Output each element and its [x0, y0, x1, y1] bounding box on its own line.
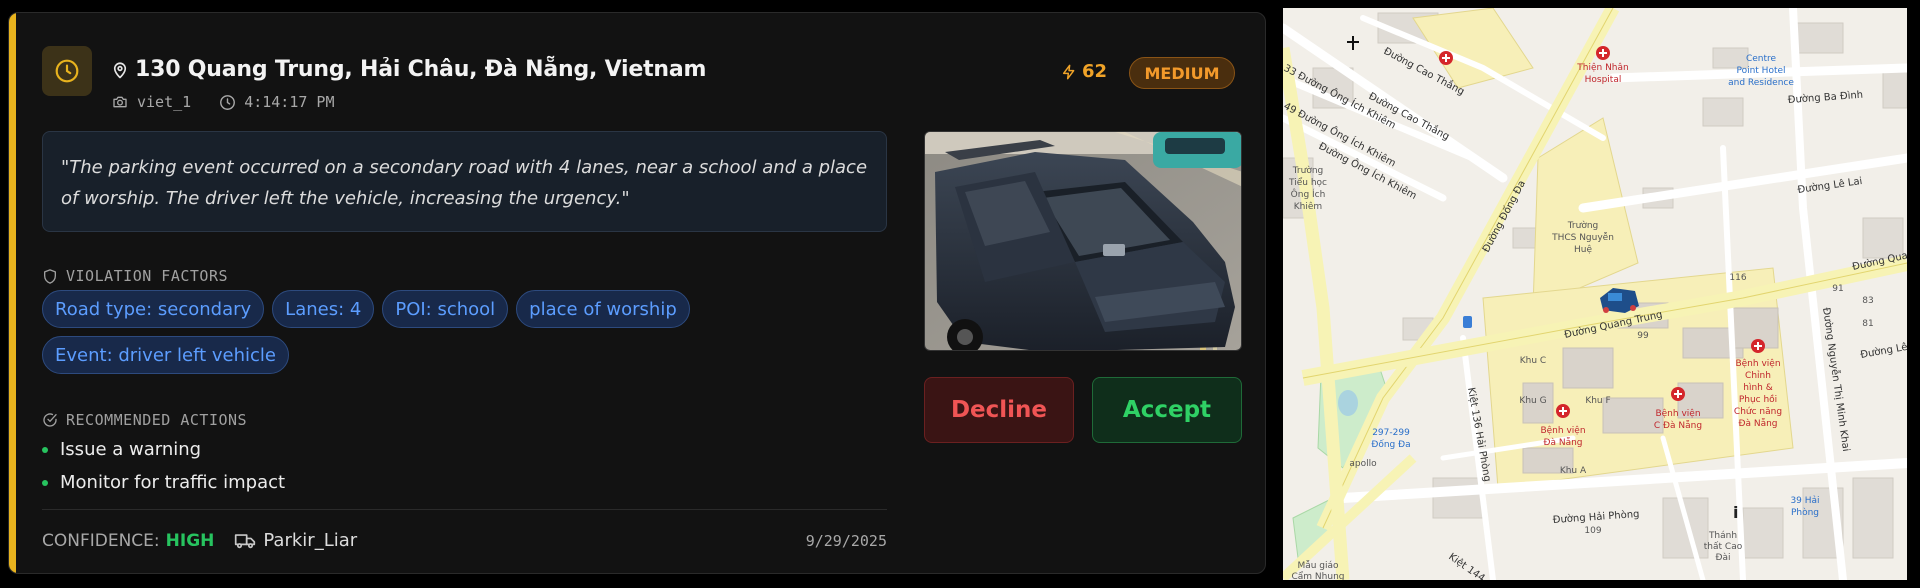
map-label: 99 — [1637, 331, 1649, 341]
event-time: 4:14:17 PM — [244, 93, 335, 111]
clock-icon-box — [42, 46, 92, 96]
score-value: 62 — [1082, 61, 1108, 82]
severity-badge: MEDIUM — [1129, 57, 1235, 89]
map-label: Chỉnh — [1745, 370, 1771, 381]
map-label: Thiện Nhân — [1576, 62, 1628, 73]
event-description: "The parking event occurred on a seconda… — [42, 131, 887, 232]
action-text: Issue a warning — [60, 439, 202, 460]
svg-text:i: i — [1733, 503, 1738, 522]
map-label: Trường — [1292, 165, 1324, 176]
map-label: Phục hồi — [1739, 394, 1777, 405]
map-label: Khu A — [1560, 466, 1587, 476]
decline-button[interactable]: Decline — [924, 377, 1074, 443]
severity-accent-bar — [9, 13, 16, 573]
map-label: Đống Đa — [1371, 439, 1410, 450]
violation-card: 130 Quang Trung, Hải Châu, Đà Nẵng, Viet… — [8, 12, 1266, 574]
map-label: thất Cao — [1704, 541, 1743, 552]
map-label: Đường Lê — [1859, 341, 1907, 361]
map-label: Phòng — [1791, 507, 1819, 518]
card-footer: CONFIDENCE: HIGH Parkir_Liar 9/29/2025 — [42, 530, 887, 551]
map-label: Khu C — [1520, 356, 1546, 366]
map-label: THCS Nguyễn — [1551, 232, 1614, 243]
map-label: hình & — [1743, 383, 1773, 393]
map-label: Kiệt 136 Hải Phòng — [1465, 386, 1493, 482]
violation-factors-title: VIOLATION FACTORS — [66, 267, 229, 285]
camera-id: viet_1 — [137, 93, 192, 111]
map-label: Bệnh viện — [1540, 425, 1585, 436]
map-label: Mẫu giáo — [1297, 560, 1339, 571]
divider — [42, 509, 887, 510]
map-label: 297-299 — [1372, 428, 1410, 438]
map-label: Bệnh viện — [1655, 408, 1700, 419]
factor-chip: Road type: secondary — [42, 290, 265, 328]
event-date: 9/29/2025 — [805, 531, 887, 550]
map-label: Chức năng — [1734, 407, 1782, 417]
clock-icon — [55, 59, 79, 83]
map-label: 39 Hải — [1790, 495, 1819, 506]
urgency-score: 62 — [1061, 61, 1107, 82]
event-address: 130 Quang Trung, Hải Châu, Đà Nẵng, Viet… — [135, 57, 707, 82]
map-label: Thánh — [1708, 531, 1737, 541]
map-label: Đà Nẵng — [1738, 418, 1777, 429]
map-label: 81 — [1862, 319, 1873, 329]
bullet-icon — [42, 446, 48, 453]
check-circle-icon — [43, 413, 57, 427]
map-canvas: i Đường Cao Thắng Đường Cao Thắng 33 Đườ… — [1283, 8, 1907, 580]
vehicle-photo-image — [925, 132, 1241, 350]
map-label: Khiêm — [1294, 201, 1322, 212]
map-label: 116 — [1729, 273, 1746, 283]
map-label: 109 — [1584, 526, 1601, 536]
vehicle-photo[interactable] — [924, 131, 1242, 351]
map-label: Trường — [1567, 220, 1599, 231]
meta-row: viet_1 4:14:17 PM — [111, 93, 335, 111]
map-label: Đà Nẵng — [1543, 437, 1582, 448]
map-label: 91 — [1832, 284, 1843, 294]
map-label: Point Hotel — [1736, 66, 1785, 76]
confidence-value: HIGH — [165, 530, 215, 551]
lightning-icon — [1062, 64, 1075, 79]
factor-chip: POI: school — [382, 290, 509, 328]
map-label: Bệnh viện — [1735, 358, 1780, 369]
map-label: and Residence — [1728, 78, 1794, 88]
recommended-actions-heading: RECOMMENDED ACTIONS — [42, 411, 247, 429]
map-label: Cẩm Nhung — [1292, 571, 1345, 580]
map-label: Đài — [1716, 553, 1731, 563]
map-label: 83 — [1862, 296, 1873, 306]
recommended-actions-title: RECOMMENDED ACTIONS — [66, 411, 248, 429]
shield-icon — [44, 268, 56, 284]
violation-factors-heading: VIOLATION FACTORS — [42, 267, 228, 285]
map-label: Hospital — [1585, 75, 1622, 85]
map-label: Khu G — [1519, 396, 1546, 406]
map-label: Kiệt 144 — [1446, 551, 1487, 580]
location-map[interactable]: i Đường Cao Thắng Đường Cao Thắng 33 Đườ… — [1283, 8, 1907, 580]
map-label: C Đà Nẵng — [1654, 420, 1702, 431]
actions-list: Issue a warning Monitor for traffic impa… — [42, 433, 285, 499]
vehicle-type: Parkir_Liar — [234, 530, 357, 551]
action-text: Monitor for traffic impact — [60, 472, 286, 493]
confidence-label: CONFIDENCE: — [42, 530, 160, 551]
bullet-icon — [42, 479, 48, 486]
map-label: Huệ — [1574, 244, 1592, 255]
factor-chip: Lanes: 4 — [272, 290, 375, 328]
camera-icon — [113, 96, 127, 108]
map-pin-icon — [113, 62, 127, 78]
accept-button[interactable]: Accept — [1092, 377, 1242, 443]
map-label: Khu F — [1585, 396, 1610, 406]
factor-chips: Road type: secondary Lanes: 4 POI: schoo… — [42, 290, 902, 374]
address-row: 130 Quang Trung, Hải Châu, Đà Nẵng, Viet… — [111, 57, 706, 82]
map-label: Centre — [1746, 54, 1777, 64]
map-label: Đường Lê Lai — [1797, 175, 1863, 196]
map-label: Đường Hải Phòng — [1552, 508, 1639, 526]
truck-icon — [235, 533, 256, 548]
factor-chip: Event: driver left vehicle — [42, 336, 290, 374]
list-item: Issue a warning — [42, 433, 285, 466]
vehicle-type-label: Parkir_Liar — [263, 530, 358, 551]
map-label: Tiểu học — [1288, 177, 1327, 188]
map-label: apollo — [1349, 459, 1377, 469]
list-item: Monitor for traffic impact — [42, 466, 285, 499]
factor-chip: place of worship — [516, 290, 690, 328]
clock-small-icon — [220, 94, 236, 110]
map-label: Ông Ích — [1291, 188, 1326, 200]
